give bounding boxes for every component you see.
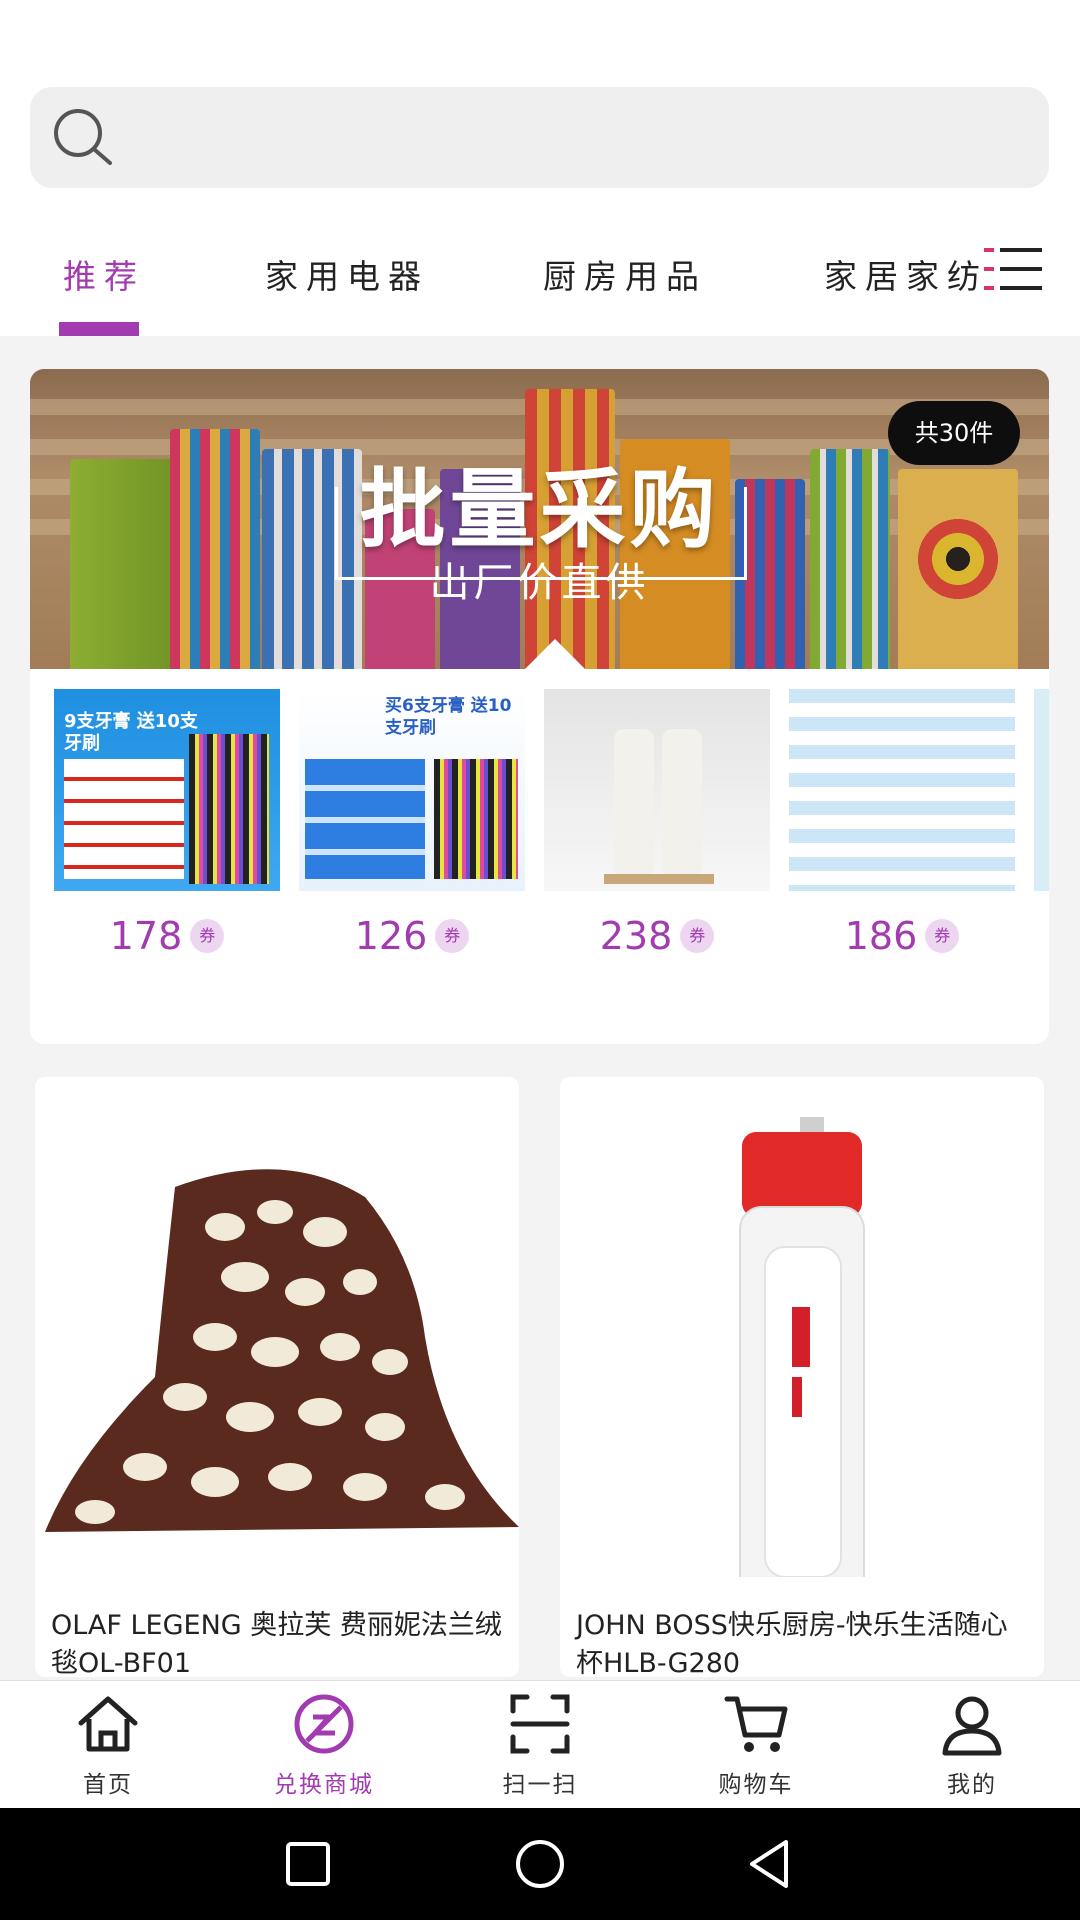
home-button-icon[interactable] [512,1836,568,1892]
nav-exchange-mall[interactable]: 兑换商城 [216,1689,432,1809]
product-price: 186 [844,914,918,958]
product-image [789,689,1015,891]
bottom-navigation: 首页 兑换商城 扫一扫 购物车 我的 [0,1680,1080,1809]
category-tabs: 推荐 家用电器 厨房用品 家居家纺 [0,230,980,336]
tab-home-appliances[interactable]: 家用电器 [265,250,429,298]
item-count-badge: 共30件 [888,401,1020,465]
nav-scan[interactable]: 扫一扫 [432,1689,648,1809]
tab-recommend[interactable]: 推荐 [63,250,145,298]
search-bar[interactable] [30,87,1049,188]
profile-icon [942,1696,1002,1756]
category-menu-icon[interactable] [982,240,1044,300]
product-name: OLAF LEGENG 奥拉芙 费丽妮法兰绒毯OL-BF01 [51,1610,502,1677]
nav-home-label: 首页 [83,1772,133,1798]
product-image [560,1077,1044,1577]
product-price: 178 [109,914,183,958]
banner-notch [525,639,585,669]
bulk-products-row: 9支牙膏 送10支牙刷 178 券 买6支牙膏 送10支牙刷 126 券 238… [54,689,1049,969]
bulk-product-card[interactable]: 9支牙膏 送10支牙刷 178 券 [54,689,280,958]
back-icon[interactable] [742,1836,798,1892]
product-image-caption: 9支牙膏 送10支牙刷 [64,711,198,754]
nav-profile[interactable]: 我的 [864,1689,1080,1809]
banner-title: 批量采购 [359,460,720,560]
banner-subtitle: 出厂价直供 [429,560,650,606]
product-image: 买6支牙膏 送10支牙刷 [299,689,525,891]
bulk-product-card[interactable]: 买6支牙膏 送10支牙刷 126 券 [299,689,525,958]
product-name: JOHN BOSS快乐厨房-快乐生活随心杯HLB-G280 [576,1610,1008,1677]
bulk-product-card[interactable]: 186 券 [789,689,1015,958]
coupon-icon: 券 [925,919,960,953]
nav-cart-label: 购物车 [718,1772,794,1798]
coupon-icon: 券 [435,919,470,953]
nav-profile-label: 我的 [947,1772,997,1798]
product-image [544,689,770,891]
recent-apps-icon[interactable] [280,1836,336,1892]
tab-home-textiles[interactable]: 家居家纺 [824,250,980,298]
system-navigation-bar [0,1808,1080,1920]
product-image [35,1077,519,1577]
product-card[interactable]: OLAF LEGENG 奥拉芙 费丽妮法兰绒毯OL-BF01 [35,1077,519,1677]
coupon-icon: 券 [680,919,715,953]
nav-home[interactable]: 首页 [0,1689,216,1809]
product-card[interactable]: JOHN BOSS快乐厨房-快乐生活随心杯HLB-G280 [560,1077,1044,1677]
active-tab-indicator [59,322,139,336]
product-image-caption: 买6支牙膏 送10支牙刷 [385,696,512,738]
bulk-product-card[interactable]: 238 券 [544,689,770,958]
coupon-icon: 券 [190,919,225,953]
product-image: 9支牙膏 送10支牙刷 [54,689,280,891]
scan-icon [510,1694,570,1754]
search-icon [54,109,112,165]
product-price: 238 [599,914,673,958]
nav-cart[interactable]: 购物车 [648,1689,864,1809]
nav-exchange-mall-label: 兑换商城 [274,1772,374,1798]
tab-kitchen[interactable]: 厨房用品 [543,250,707,298]
bulk-purchase-card: 批量采购 出厂价直供 共30件 9支牙膏 送10支牙刷 178 券 买6支牙膏 送… [30,369,1049,1044]
search-input[interactable] [140,107,1024,169]
home-icon [78,1696,138,1752]
exchange-icon [294,1694,354,1754]
nav-scan-label: 扫一扫 [502,1772,578,1798]
top-area: 推荐 家用电器 厨房用品 家居家纺 [0,0,1080,336]
product-price: 126 [354,914,428,958]
bulk-purchase-banner[interactable]: 批量采购 出厂价直供 共30件 [30,369,1049,669]
next-product-peek [1034,689,1049,891]
cart-icon [724,1696,788,1752]
